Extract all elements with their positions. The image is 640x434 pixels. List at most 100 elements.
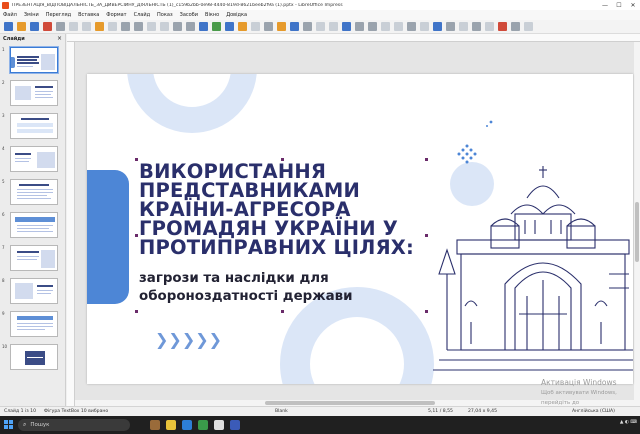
slide-thumbnail-10[interactable]: 10	[0, 343, 64, 371]
selection-handle[interactable]	[425, 158, 428, 161]
menu-format[interactable]: Формат	[106, 12, 126, 18]
toggle-extrusion-icon[interactable]	[420, 22, 429, 31]
word-taskbar-icon[interactable]	[230, 420, 240, 430]
file-explorer-icon[interactable]	[166, 420, 176, 430]
status-slide-counter: Слайд 1 із 10	[4, 409, 36, 414]
menu-file[interactable]: Файл	[3, 12, 17, 18]
grid-icon[interactable]	[173, 22, 182, 31]
slide-layout-icon[interactable]	[459, 22, 468, 31]
libreoffice-taskbar-icon[interactable]	[214, 420, 224, 430]
menu-slideshow[interactable]: Показ	[157, 12, 173, 18]
slide-pane-close-icon[interactable]: ×	[57, 35, 62, 42]
menu-insert[interactable]: Вставка	[78, 12, 99, 18]
selection-handle[interactable]	[135, 310, 138, 313]
align-objects-icon[interactable]	[355, 22, 364, 31]
slide-canvas[interactable]: ВИКОРИСТАННЯ ПРЕДСТАВНИКАМИ КРАЇНИ-АГРЕС…	[87, 74, 633, 384]
open-folder-icon[interactable]	[17, 22, 26, 31]
insert-media-icon[interactable]	[238, 22, 247, 31]
menu-help[interactable]: Довідка	[226, 12, 247, 18]
selection-handle[interactable]	[135, 234, 138, 237]
close-button[interactable]: ✕	[626, 0, 640, 10]
standard-toolbar	[0, 20, 640, 34]
vertical-scroll-thumb[interactable]	[635, 202, 639, 262]
slide-thumbnail-6[interactable]: 6	[0, 211, 64, 239]
insert-textbox-icon[interactable]	[251, 22, 260, 31]
slide-title[interactable]: ВИКОРИСТАННЯ ПРЕДСТАВНИКАМИ КРАЇНИ-АГРЕС…	[139, 162, 439, 258]
selection-handle[interactable]	[281, 310, 284, 313]
filter-icon[interactable]	[407, 22, 416, 31]
line-icon[interactable]	[303, 22, 312, 31]
minimize-button[interactable]: —	[598, 0, 612, 10]
start-slideshow-icon[interactable]	[433, 22, 442, 31]
new-document-icon[interactable]	[4, 22, 13, 31]
slide-thumbnail-preview	[10, 245, 58, 271]
status-language[interactable]: Англійська (США)	[572, 409, 615, 414]
slide-number: 1	[2, 47, 5, 52]
horizontal-scroll-thumb[interactable]	[265, 401, 435, 405]
menu-view[interactable]: Перегляд	[46, 12, 71, 18]
copy-icon[interactable]	[82, 22, 91, 31]
menu-edit[interactable]: Зміни	[24, 12, 39, 18]
display-views-icon[interactable]	[446, 22, 455, 31]
helplines-icon[interactable]	[186, 22, 195, 31]
find-replace-icon[interactable]	[147, 22, 156, 31]
selection-handle[interactable]	[425, 234, 428, 237]
crop-icon[interactable]	[394, 22, 403, 31]
fontwork-icon[interactable]	[277, 22, 286, 31]
delete-slide-icon[interactable]	[498, 22, 507, 31]
status-bar: Слайд 1 із 10 Фігура TextBox 10 вибрано …	[0, 406, 640, 416]
new-slide-icon[interactable]	[472, 22, 481, 31]
cut-icon[interactable]	[69, 22, 78, 31]
arrange-icon[interactable]	[368, 22, 377, 31]
slide-thumbnail-1[interactable]: 1	[0, 46, 64, 74]
search-placeholder: Пошук	[30, 422, 50, 428]
selection-handle[interactable]	[135, 158, 138, 161]
paste-icon[interactable]	[95, 22, 104, 31]
slide-number: 3	[2, 113, 5, 118]
symbol-shapes-icon[interactable]	[329, 22, 338, 31]
menu-bar: Файл Зміни Перегляд Вставка Формат Слайд…	[0, 10, 640, 20]
vertical-scrollbar[interactable]	[634, 42, 640, 406]
selection-handle[interactable]	[281, 158, 284, 161]
clone-formatting-icon[interactable]	[108, 22, 117, 31]
windows-taskbar: ⌕ Пошук ▲ ◐ ⌨	[0, 416, 640, 434]
insert-chart-icon[interactable]	[212, 22, 221, 31]
slide-thumbnail-5[interactable]: 5	[0, 178, 64, 206]
slide-thumbnail-3[interactable]: 3	[0, 112, 64, 140]
slide-subtitle[interactable]: загрози та наслідки для обороноздатності…	[139, 270, 399, 306]
master-slide-icon[interactable]	[511, 22, 520, 31]
system-tray[interactable]: ▲ ◐ ⌨	[620, 420, 637, 425]
sidebar-toggle-icon[interactable]	[524, 22, 533, 31]
slide-thumbnail-4[interactable]: 4	[0, 145, 64, 173]
insert-table-icon[interactable]	[225, 22, 234, 31]
selection-handle[interactable]	[425, 310, 428, 313]
horizontal-ruler[interactable]	[67, 34, 640, 42]
windows-start-icon[interactable]	[4, 420, 14, 430]
export-pdf-icon[interactable]	[43, 22, 52, 31]
insert-image-icon[interactable]	[199, 22, 208, 31]
slide-thumbnail-7[interactable]: 7	[0, 244, 64, 272]
vertical-ruler[interactable]	[67, 42, 75, 406]
taskbar-search[interactable]: ⌕ Пошук	[18, 419, 130, 431]
print-icon[interactable]	[56, 22, 65, 31]
basic-shapes-icon[interactable]	[316, 22, 325, 31]
spelling-icon[interactable]	[160, 22, 169, 31]
duplicate-slide-icon[interactable]	[485, 22, 494, 31]
slide-thumbnail-2[interactable]: 2	[0, 79, 64, 107]
undo-icon[interactable]	[121, 22, 130, 31]
edge-browser-icon[interactable]	[182, 420, 192, 430]
shadow-icon[interactable]	[381, 22, 390, 31]
slide-thumbnail-8[interactable]: 8	[0, 277, 64, 305]
hyperlink-icon[interactable]	[290, 22, 299, 31]
slide-thumbnail-9[interactable]: 9	[0, 310, 64, 338]
menu-tools[interactable]: Засоби	[180, 12, 198, 18]
redo-icon[interactable]	[134, 22, 143, 31]
menu-window[interactable]: Вікно	[205, 12, 219, 18]
chrome-browser-icon[interactable]	[198, 420, 208, 430]
taskbar-app-icon[interactable]	[150, 420, 160, 430]
save-icon[interactable]	[30, 22, 39, 31]
insert-special-character-icon[interactable]	[264, 22, 273, 31]
maximize-button[interactable]: ☐	[612, 0, 626, 10]
show-draw-functions-icon[interactable]	[342, 22, 351, 31]
menu-slide[interactable]: Слайд	[134, 12, 150, 18]
